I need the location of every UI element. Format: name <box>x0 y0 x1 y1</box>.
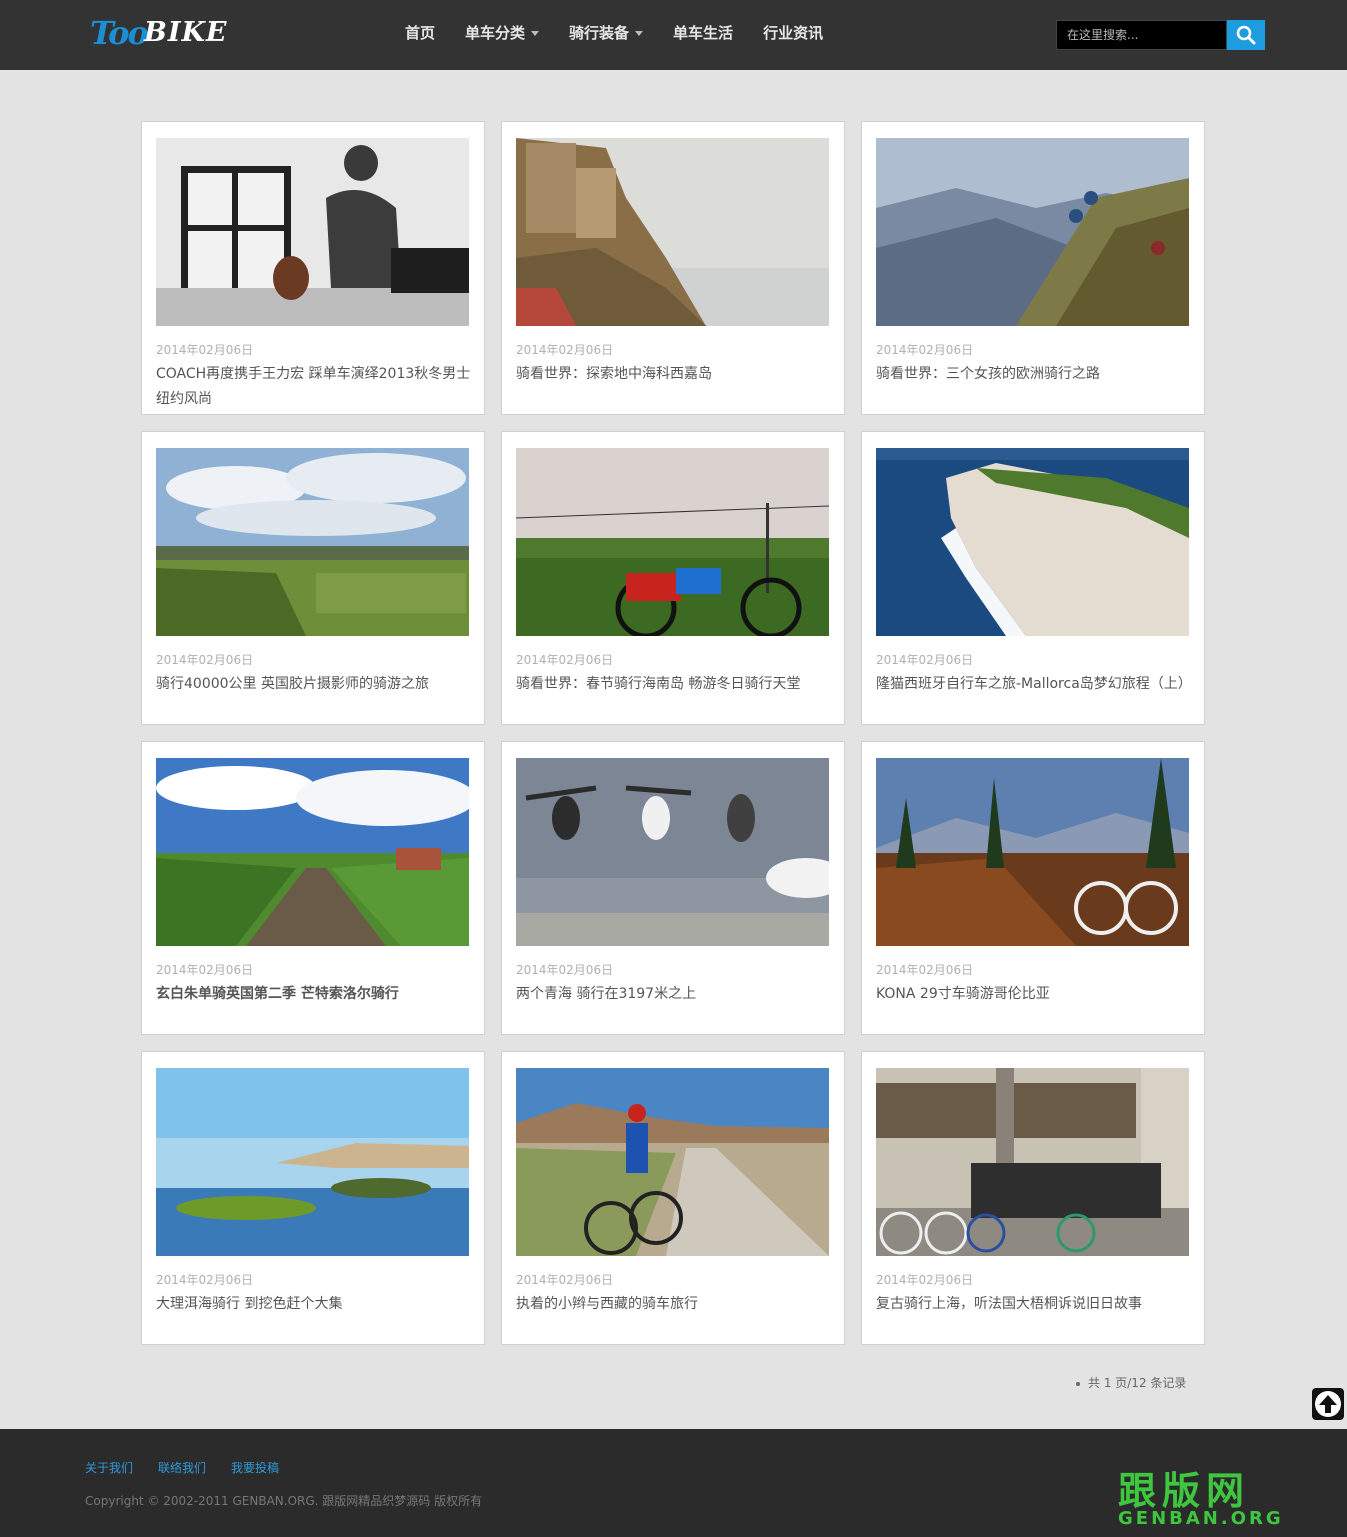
site-footer: 关于我们 联络我们 我要投稿 Copyright © 2002-2011 GEN… <box>0 1429 1347 1537</box>
article-thumbnail[interactable] <box>876 1068 1189 1256</box>
footer-link-contact[interactable]: 联络我们 <box>158 1459 206 1476</box>
article-title-link[interactable]: 隆猫西班牙自行车之旅-Mallorca岛梦幻旅程（上） <box>876 672 1202 697</box>
article-thumbnail[interactable] <box>516 448 829 636</box>
nav-item-bike-categories[interactable]: 单车分类 <box>450 0 554 66</box>
article-date: 2014年02月06日 <box>156 343 254 357</box>
article-card[interactable]: 2014年02月06日 执着的小辫与西藏的骑车旅行 <box>501 1051 845 1345</box>
article-date: 2014年02月06日 <box>156 963 254 977</box>
sea-cliff-photo <box>876 448 1189 636</box>
article-thumbnail[interactable] <box>516 758 829 946</box>
article-date: 2014年02月06日 <box>516 343 614 357</box>
article-title-link[interactable]: 执着的小辫与西藏的骑车旅行 <box>516 1292 842 1317</box>
article-title-link[interactable]: 骑看世界：探索地中海科西嘉岛 <box>516 362 842 387</box>
article-card[interactable]: 2014年02月06日 KONA 29寸车骑游哥伦比亚 <box>861 741 1205 1035</box>
logo-bike-text: BIKE <box>144 17 228 48</box>
article-card[interactable]: 2014年02月06日 隆猫西班牙自行车之旅-Mallorca岛梦幻旅程（上） <box>861 431 1205 725</box>
article-title-link[interactable]: 玄白朱单骑英国第二季 芒特索洛尔骑行 <box>156 982 482 1007</box>
site-header: Too BIKE 首页 单车分类 骑行装备 单车生活 行业资讯 <box>0 0 1347 70</box>
article-thumbnail[interactable] <box>876 448 1189 636</box>
logo-too-text: Too <box>90 14 149 52</box>
chevron-down-icon <box>635 31 644 36</box>
article-card[interactable]: 2014年02月06日 骑看世界：三个女孩的欧洲骑行之路 <box>861 121 1205 415</box>
nav-item-gear[interactable]: 骑行装备 <box>554 0 658 66</box>
article-thumbnail[interactable] <box>156 1068 469 1256</box>
article-card[interactable]: 2014年02月06日 大理洱海骑行 到挖色赶个大集 <box>141 1051 485 1345</box>
footer-link-submit[interactable]: 我要投稿 <box>231 1459 279 1476</box>
article-date: 2014年02月06日 <box>516 1273 614 1287</box>
nav-label: 行业资讯 <box>763 24 824 42</box>
article-date: 2014年02月06日 <box>516 653 614 667</box>
loaded-bike-photo <box>516 448 829 636</box>
back-to-top-button[interactable] <box>1312 1388 1344 1420</box>
article-thumbnail[interactable] <box>516 1068 829 1256</box>
article-card[interactable]: 2014年02月06日 复古骑行上海，听法国大梧桐诉说旧日故事 <box>861 1051 1205 1345</box>
article-thumbnail[interactable] <box>516 138 829 326</box>
article-title-link[interactable]: KONA 29寸车骑游哥伦比亚 <box>876 982 1202 1007</box>
cliff-village-photo <box>516 138 829 326</box>
pagination-text: 共 1 页/12 条记录 <box>1088 1376 1187 1390</box>
article-card[interactable]: 2014年02月06日 玄白朱单骑英国第二季 芒特索洛尔骑行 <box>141 741 485 1035</box>
forest-rider-photo <box>876 758 1189 946</box>
nav-item-industry-news[interactable]: 行业资讯 <box>748 0 838 66</box>
article-date: 2014年02月06日 <box>876 343 974 357</box>
nav-label: 骑行装备 <box>569 24 630 42</box>
article-date: 2014年02月06日 <box>156 653 254 667</box>
article-thumbnail[interactable] <box>156 448 469 636</box>
nav-item-bike-life[interactable]: 单车生活 <box>658 0 748 66</box>
footer-link-about[interactable]: 关于我们 <box>85 1459 133 1476</box>
jumping-men-photo <box>516 758 829 946</box>
footer-links: 关于我们 联络我们 我要投稿 <box>85 1459 304 1476</box>
nav-item-home[interactable]: 首页 <box>390 0 450 66</box>
article-thumbnail[interactable] <box>156 138 469 326</box>
article-card[interactable]: 2014年02月06日 骑行40000公里 英国胶片摄影师的骑游之旅 <box>141 431 485 725</box>
pasture-photo <box>156 448 469 636</box>
main-nav: 首页 单车分类 骑行装备 单车生活 行业资讯 <box>390 0 838 70</box>
desert-road-photo <box>516 1068 829 1256</box>
article-thumbnail[interactable] <box>876 138 1189 326</box>
watermark-cn-text: 跟版网 <box>1118 1469 1251 1513</box>
article-date: 2014年02月06日 <box>156 1273 254 1287</box>
watermark-en-text: GENBAN.ORG <box>1118 1508 1284 1529</box>
nav-label: 单车分类 <box>465 24 526 42</box>
mountain-riders-photo <box>876 138 1189 326</box>
article-title-link[interactable]: 复古骑行上海，听法国大梧桐诉说旧日故事 <box>876 1292 1202 1317</box>
article-title-link[interactable]: COACH再度携手王力宏 踩单车演绎2013秋冬男士纽约风尚 <box>156 362 482 412</box>
article-title-link[interactable]: 骑行40000公里 英国胶片摄影师的骑游之旅 <box>156 672 482 697</box>
article-thumbnail[interactable] <box>876 758 1189 946</box>
search-input[interactable] <box>1056 20 1227 50</box>
article-card[interactable]: 2014年02月06日 两个青海 骑行在3197米之上 <box>501 741 845 1035</box>
article-title-link[interactable]: 骑看世界：三个女孩的欧洲骑行之路 <box>876 362 1202 387</box>
article-date: 2014年02月06日 <box>876 963 974 977</box>
search-button[interactable] <box>1227 20 1265 50</box>
search-icon <box>1236 25 1256 45</box>
railway-photo <box>156 758 469 946</box>
group-bikes-photo <box>876 1068 1189 1256</box>
lake-photo <box>156 1068 469 1256</box>
nav-label: 首页 <box>405 24 436 42</box>
article-title-link[interactable]: 骑看世界：春节骑行海南岛 畅游冬日骑行天堂 <box>516 672 842 697</box>
nav-label: 单车生活 <box>673 24 734 42</box>
article-title-link[interactable]: 大理洱海骑行 到挖色赶个大集 <box>156 1292 482 1317</box>
article-title-link[interactable]: 两个青海 骑行在3197米之上 <box>516 982 842 1007</box>
article-card[interactable]: 2014年02月06日 骑看世界：探索地中海科西嘉岛 <box>501 121 845 415</box>
arrow-up-icon <box>1315 1391 1341 1417</box>
article-date: 2014年02月06日 <box>876 653 974 667</box>
site-logo[interactable]: Too BIKE <box>90 14 230 52</box>
article-thumbnail[interactable] <box>156 758 469 946</box>
chevron-down-icon <box>531 31 540 36</box>
copyright-text: Copyright © 2002-2011 GENBAN.ORG. 跟版网精品织… <box>85 1494 483 1508</box>
watermark-logo: 跟版网 GENBAN.ORG <box>1118 1470 1334 1530</box>
article-date: 2014年02月06日 <box>876 1273 974 1287</box>
article-card[interactable]: 2014年02月06日 骑看世界：春节骑行海南岛 畅游冬日骑行天堂 <box>501 431 845 725</box>
man-studio-photo <box>156 138 469 326</box>
article-date: 2014年02月06日 <box>516 963 614 977</box>
article-card[interactable]: 2014年02月06日 COACH再度携手王力宏 踩单车演绎2013秋冬男士纽约… <box>141 121 485 415</box>
bullet-icon <box>1076 1381 1080 1386</box>
pagination-info: 共 1 页/12 条记录 <box>1076 1374 1186 1391</box>
